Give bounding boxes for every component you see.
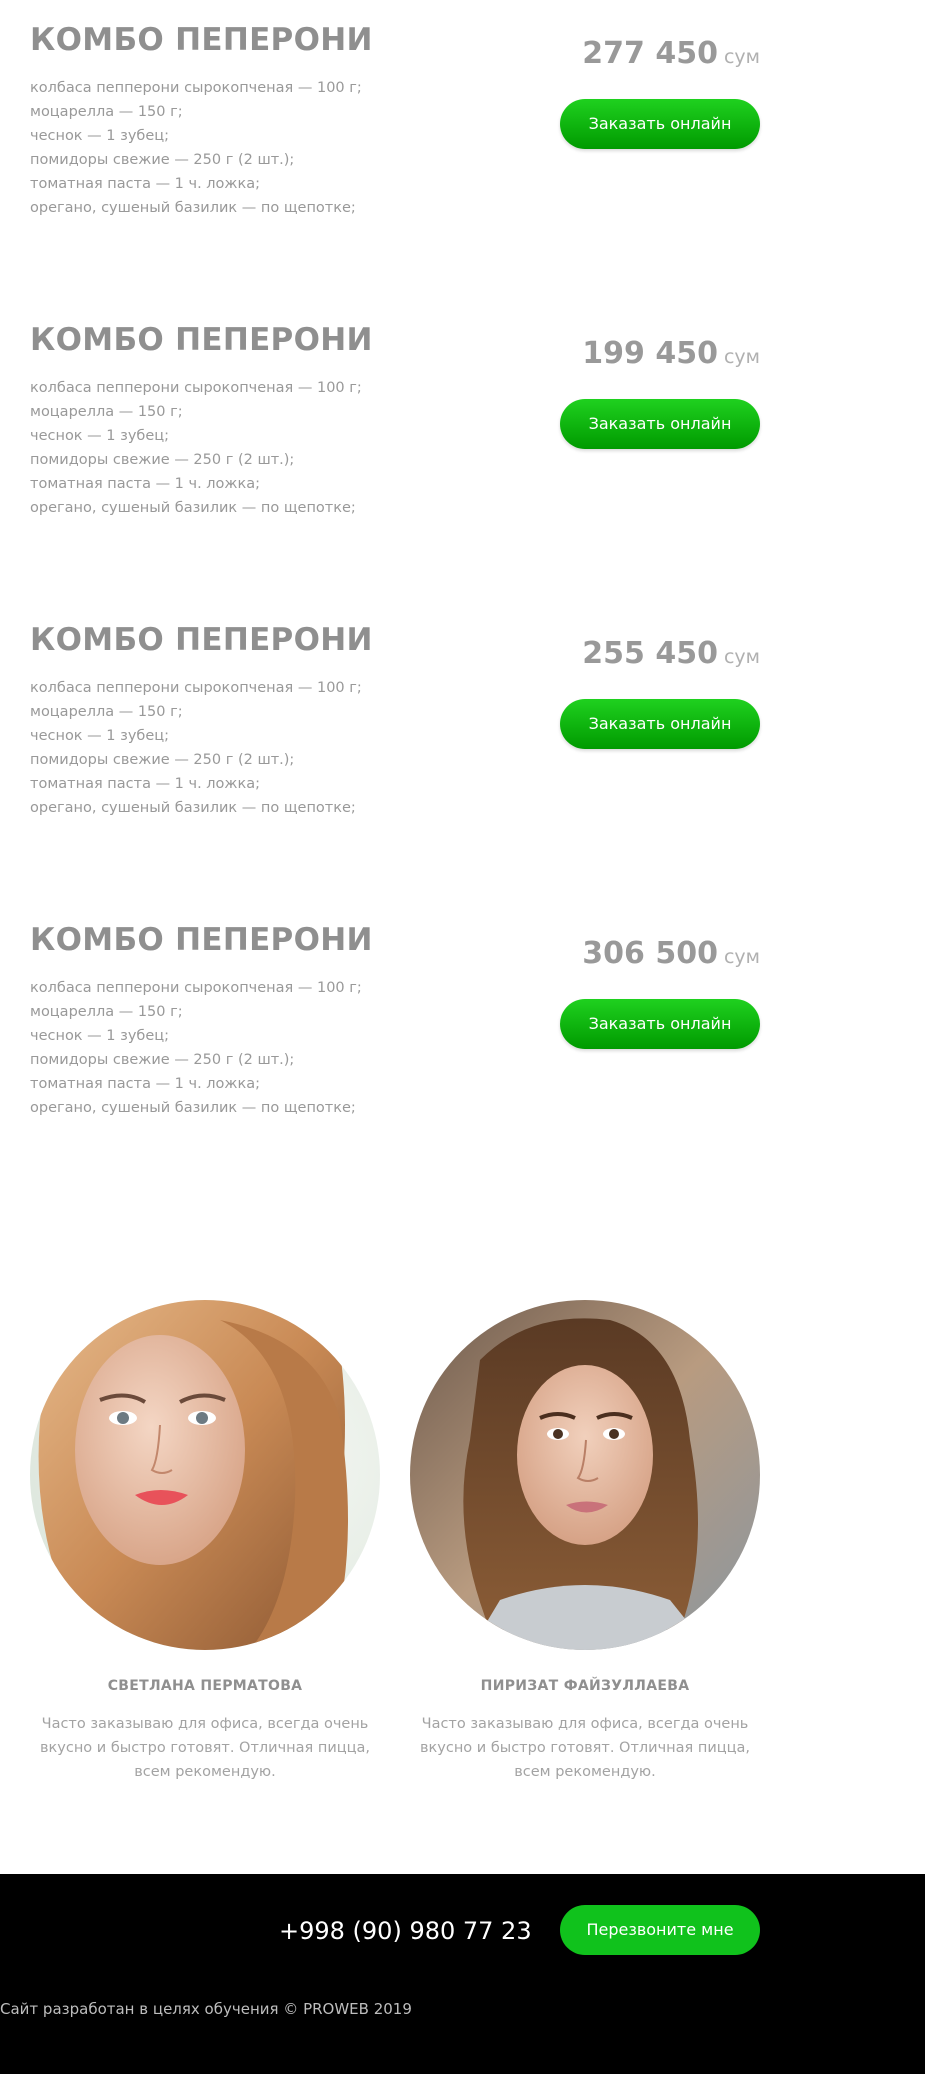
brunette-woman-portrait [410,1300,760,1650]
product-price: 255 450 сум [582,636,760,671]
ingredient-item: колбаса пепперони сырокопченая — 100 г; [30,980,362,996]
price-amount: 255 450 [582,636,718,671]
ingredient-item: моцарелла — 150 г; [30,104,183,120]
ingredient-item: орегано, сушеный базилик — по щепотке; [30,200,356,216]
ingredient-item: колбаса пепперони сырокопченая — 100 г; [30,80,362,96]
reviewer-name: СВЕТЛАНА ПЕРМАТОВА [107,1678,303,1694]
ingredient-item: помидоры свежие — 250 г (2 шт.); [30,752,295,768]
review-text: Часто заказываю для офиса, всегда очень … [419,1716,751,1780]
product-price: 199 450 сум [582,336,760,371]
product-price: 306 500 сум [582,936,760,971]
ingredient-item: томатная паста — 1 ч. ложка; [30,176,261,192]
product-card: КОМБО ПЕПЕРОНИ колбаса пепперони сырокоп… [30,900,760,1130]
product-card: КОМБО ПЕПЕРОНИ колбаса пепперони сырокоп… [30,600,760,830]
price-currency: сум [723,346,760,368]
product-ingredients: колбаса пепперони сырокопченая — 100 г; … [30,676,362,820]
order-online-button[interactable]: Заказать онлайн [560,399,760,449]
product-price: 277 450 сум [582,36,760,71]
ingredient-item: чеснок — 1 зубец; [30,1028,170,1044]
ingredient-item: колбаса пепперони сырокопченая — 100 г; [30,680,362,696]
product-ingredients: колбаса пепперони сырокопченая — 100 г; … [30,976,362,1120]
review-card: СВЕТЛАНА ПЕРМАТОВА Часто заказываю для о… [30,1300,380,1784]
order-online-button[interactable]: Заказать онлайн [560,99,760,149]
product-card: КОМБО ПЕПЕРОНИ колбаса пепперони сырокоп… [30,0,760,230]
review-card: ПИРИЗАТ ФАЙЗУЛЛАЕВА Часто заказываю для … [410,1300,760,1784]
ingredient-item: помидоры свежие — 250 г (2 шт.); [30,1052,295,1068]
product-title: КОМБО ПЕПЕРОНИ [30,622,373,658]
order-online-button[interactable]: Заказать онлайн [560,699,760,749]
product-ingredients: колбаса пепперони сырокопченая — 100 г; … [30,376,362,520]
product-ingredients: колбаса пепперони сырокопченая — 100 г; … [30,76,362,220]
review-text: Часто заказываю для офиса, всегда очень … [39,1716,371,1780]
product-card: КОМБО ПЕПЕРОНИ колбаса пепперони сырокоп… [30,300,760,530]
ingredient-item: орегано, сушеный базилик — по щепотке; [30,500,356,516]
footer: +998 (90) 980 77 23 Перезвоните мне Сайт… [0,1874,925,2074]
reviewer-name: ПИРИЗАТ ФАЙЗУЛЛАЕВА [480,1678,690,1694]
ingredient-item: помидоры свежие — 250 г (2 шт.); [30,452,295,468]
product-title: КОМБО ПЕПЕРОНИ [30,322,373,358]
copyright-text: Сайт разработан в целях обучения © PROWE… [0,2000,412,2018]
customer-photo [410,1300,760,1650]
callback-button[interactable]: Перезвоните мне [560,1905,760,1955]
page: КОМБО ПЕПЕРОНИ колбаса пепперони сырокоп… [0,0,925,2074]
price-amount: 306 500 [582,936,718,971]
ingredient-item: колбаса пепперони сырокопченая — 100 г; [30,380,362,396]
ingredient-item: томатная паста — 1 ч. ложка; [30,476,261,492]
ingredient-item: моцарелла — 150 г; [30,704,183,720]
ingredient-item: чеснок — 1 зубец; [30,128,170,144]
ingredient-item: чеснок — 1 зубец; [30,428,170,444]
price-currency: сум [723,46,760,68]
price-amount: 277 450 [582,36,718,71]
ingredient-item: моцарелла — 150 г; [30,404,183,420]
ingredient-item: чеснок — 1 зубец; [30,728,170,744]
ingredient-item: томатная паста — 1 ч. ложка; [30,776,261,792]
price-currency: сум [723,946,760,968]
ingredient-item: моцарелла — 150 г; [30,1004,183,1020]
customer-photo [30,1300,380,1650]
price-currency: сум [723,646,760,668]
blonde-woman-portrait [30,1300,380,1650]
ingredient-item: орегано, сушеный базилик — по щепотке; [30,800,356,816]
ingredient-item: орегано, сушеный базилик — по щепотке; [30,1100,356,1116]
product-title: КОМБО ПЕПЕРОНИ [30,922,373,958]
price-amount: 199 450 [582,336,718,371]
ingredient-item: томатная паста — 1 ч. ложка; [30,1076,261,1092]
order-online-button[interactable]: Заказать онлайн [560,999,760,1049]
product-title: КОМБО ПЕПЕРОНИ [30,22,373,58]
ingredient-item: помидоры свежие — 250 г (2 шт.); [30,152,295,168]
phone-number[interactable]: +998 (90) 980 77 23 [279,1917,532,1945]
